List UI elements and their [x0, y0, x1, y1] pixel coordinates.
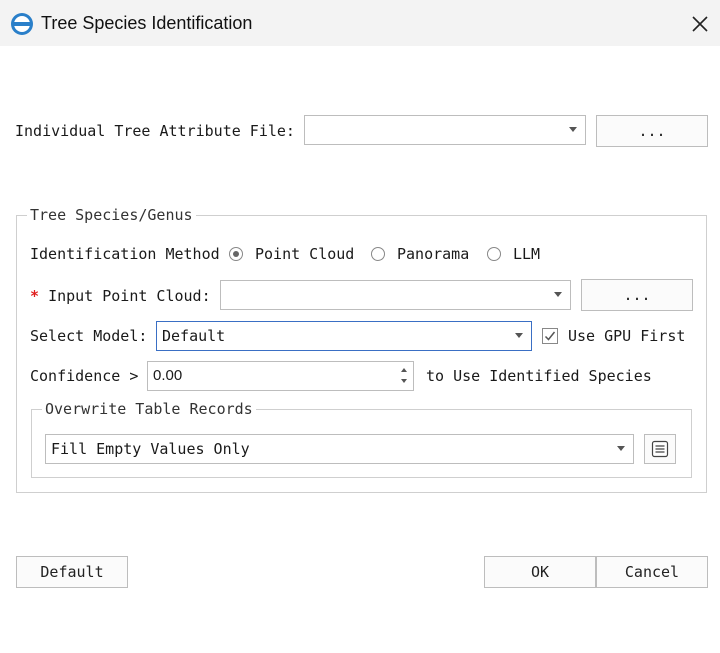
select-model-combo[interactable]: Default	[156, 321, 532, 351]
method-label: Identification Method	[30, 245, 220, 263]
attribute-file-browse-button[interactable]: ...	[596, 115, 708, 147]
radio-panorama-label[interactable]: Panorama	[397, 245, 469, 263]
radio-llm-label[interactable]: LLM	[513, 245, 540, 263]
radio-point-cloud[interactable]	[229, 247, 243, 261]
window-title: Tree Species Identification	[41, 13, 253, 33]
chevron-down-icon	[569, 127, 577, 132]
input-point-cloud-label-row: * Input Point Cloud:	[30, 287, 211, 305]
attribute-file-label: Individual Tree Attribute File:	[15, 122, 295, 140]
ok-button[interactable]: OK	[484, 556, 596, 588]
spin-down-icon[interactable]	[401, 379, 407, 383]
chevron-down-icon	[554, 292, 562, 297]
chevron-down-icon	[617, 446, 625, 451]
species-group-title: Tree Species/Genus	[27, 206, 196, 224]
radio-point-cloud-label[interactable]: Point Cloud	[255, 245, 354, 263]
app-logo-icon	[10, 12, 34, 36]
checkmark-icon	[544, 331, 556, 341]
overwrite-mode-value: Fill Empty Values Only	[51, 440, 250, 458]
input-point-cloud-label: Input Point Cloud:	[48, 287, 211, 305]
confidence-spinbox[interactable]: 0.00	[147, 361, 414, 391]
radio-panorama[interactable]	[371, 247, 385, 261]
confidence-value: 0.00	[153, 367, 183, 384]
list-icon	[651, 440, 669, 458]
overwrite-options-button[interactable]	[644, 434, 676, 464]
required-mark: *	[30, 287, 40, 305]
use-gpu-checkbox[interactable]	[542, 328, 558, 344]
chevron-down-icon	[515, 333, 523, 338]
overwrite-mode-combo[interactable]: Fill Empty Values Only	[45, 434, 634, 464]
confidence-suffix: to Use Identified Species	[426, 367, 652, 385]
select-model-value: Default	[162, 327, 226, 345]
default-button[interactable]: Default	[16, 556, 128, 588]
input-point-cloud-browse-button[interactable]: ...	[581, 279, 693, 311]
cancel-button[interactable]: Cancel	[596, 556, 708, 588]
input-point-cloud-combo[interactable]	[220, 280, 571, 310]
close-button[interactable]	[686, 10, 714, 38]
confidence-label: Confidence >	[30, 367, 139, 385]
select-model-label: Select Model:	[30, 327, 148, 345]
overwrite-group-title: Overwrite Table Records	[42, 400, 256, 418]
attribute-file-combo[interactable]	[304, 115, 586, 145]
radio-dot	[233, 251, 239, 257]
radio-llm[interactable]	[487, 247, 501, 261]
close-icon	[692, 16, 708, 32]
use-gpu-label[interactable]: Use GPU First	[568, 327, 685, 345]
spin-up-icon[interactable]	[401, 368, 407, 372]
